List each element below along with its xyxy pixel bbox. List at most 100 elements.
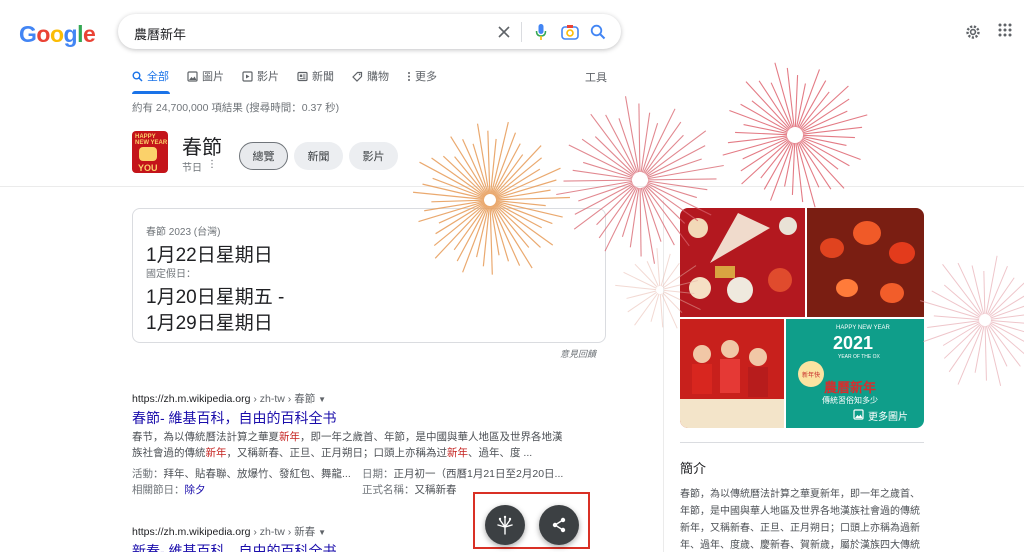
firework-spark xyxy=(490,121,509,195)
firework-spark xyxy=(801,138,850,167)
image-lanterns[interactable] xyxy=(807,208,924,317)
chip-overview[interactable]: 總覽 xyxy=(239,142,288,170)
firework-spark xyxy=(933,315,980,321)
apps-grid-icon[interactable] xyxy=(998,23,1016,41)
firework-spark xyxy=(639,187,642,257)
firework-spark xyxy=(758,80,792,129)
highlighted-keyword: 新年 xyxy=(279,431,300,443)
card-subtitle: 傳統習俗知多少 xyxy=(822,396,878,405)
tab-shopping[interactable]: 購物 xyxy=(352,67,389,85)
firework-spark xyxy=(740,103,789,132)
tab-images[interactable]: 圖片 xyxy=(187,67,224,85)
firework-spark xyxy=(581,138,634,176)
firework-spark xyxy=(802,110,848,133)
firework-spark xyxy=(974,325,985,373)
video-icon xyxy=(242,70,253,82)
tab-videos[interactable]: 影片 xyxy=(242,67,279,85)
tab-label: 全部 xyxy=(147,71,169,83)
firework-spark xyxy=(727,135,788,144)
card-badge: 新年快 xyxy=(798,361,824,387)
firework-spark xyxy=(487,130,491,195)
firework-spark xyxy=(647,164,724,180)
search-box[interactable]: 農曆新年 xyxy=(118,14,621,49)
firework-spark xyxy=(943,284,981,317)
firework-spark xyxy=(640,112,651,173)
snippet-text: 春节，為以傳統曆法計算之華夏 xyxy=(132,431,279,443)
result-url-breadcrumb: › zh-tw › 新春 xyxy=(250,526,316,538)
firework-spark xyxy=(798,80,827,129)
firework-spark xyxy=(957,262,983,315)
national-holiday-label: 國定假日： xyxy=(146,269,196,280)
firework-spark xyxy=(650,293,660,322)
firework-spark xyxy=(742,137,788,160)
firework-spark xyxy=(722,136,788,156)
chip-news[interactable]: 新聞 xyxy=(294,142,343,170)
firework-spark xyxy=(802,126,863,135)
firework-spark xyxy=(494,168,541,198)
firework-spark xyxy=(590,113,636,174)
tools-button[interactable]: 工具 xyxy=(585,69,607,85)
result-title[interactable]: 春節- 維基百科，自由的百科全书 xyxy=(132,408,337,428)
firework-spark xyxy=(774,62,794,128)
firework-spark xyxy=(641,122,659,173)
result-url[interactable]: https://zh.m.wikipedia.org › zh-tw › 春節 … xyxy=(132,391,326,406)
image-feast-fan[interactable] xyxy=(680,208,805,317)
firework-spark xyxy=(645,134,684,175)
camera-lens-icon[interactable] xyxy=(560,22,580,42)
search-input[interactable]: 農曆新年 xyxy=(134,24,186,43)
panel-section-title: 簡介 xyxy=(680,461,707,476)
firework-spark xyxy=(646,145,706,177)
firework-spark xyxy=(802,137,861,160)
result-title[interactable]: 新春- 維基百科，自由的百科全书 xyxy=(132,541,337,552)
chevron-down-icon[interactable]: ▼ xyxy=(318,528,326,537)
meta-value: 拜年、貼春聯、放爆竹、發紅包、舞龍... xyxy=(163,468,351,480)
firework-spark xyxy=(624,96,640,173)
firework-spark xyxy=(770,82,793,128)
tab-more[interactable]: 更多 xyxy=(407,67,437,85)
more-options-icon[interactable]: ⋮ xyxy=(207,159,217,170)
firework-spark xyxy=(791,142,796,195)
entity-thumbnail[interactable]: HAPPY NEW YEAR YOU xyxy=(132,131,168,173)
firework-spark xyxy=(656,248,661,287)
image-family[interactable] xyxy=(680,319,784,428)
firework-spark xyxy=(927,320,980,328)
firework-spark xyxy=(642,187,662,242)
meta-value: 正月初一（西曆1月21日至2月20日... xyxy=(393,468,564,480)
card-year: 2021 xyxy=(833,333,874,353)
microphone-icon[interactable] xyxy=(531,22,551,42)
firework-spark xyxy=(638,103,641,173)
tag-icon xyxy=(352,71,363,82)
tab-news[interactable]: 新聞 xyxy=(297,67,334,85)
more-images-button[interactable]: 更多圖片 xyxy=(853,408,908,423)
firework-spark xyxy=(990,319,1024,324)
search-icon xyxy=(132,71,143,82)
feedback-link[interactable]: 意見回饋 xyxy=(560,347,596,360)
chevron-down-icon[interactable]: ▼ xyxy=(318,395,326,404)
firework-spark xyxy=(647,181,698,199)
google-logo[interactable]: Google xyxy=(19,21,96,48)
tab-all[interactable]: 全部 xyxy=(132,67,169,85)
search-icon[interactable] xyxy=(588,22,608,42)
firework-spark xyxy=(948,324,983,373)
fireworks-button[interactable] xyxy=(485,505,525,545)
firework-spark xyxy=(985,325,1002,386)
firework-spark xyxy=(644,121,682,174)
firework-spark xyxy=(989,295,1024,318)
firework-spark xyxy=(990,322,1024,342)
result-url[interactable]: https://zh.m.wikipedia.org › zh-tw › 新春 … xyxy=(132,524,326,539)
firework-spark xyxy=(495,196,570,201)
settings-gear-icon[interactable] xyxy=(964,23,982,41)
firework-spark xyxy=(770,142,793,201)
share-button[interactable] xyxy=(539,505,579,545)
firework-spark xyxy=(640,187,656,264)
clear-icon[interactable] xyxy=(494,22,514,42)
firework-spark xyxy=(802,136,847,146)
tab-label: 新聞 xyxy=(312,71,334,83)
firework-spark xyxy=(760,140,791,179)
chip-videos[interactable]: 影片 xyxy=(349,142,398,170)
firework-spark xyxy=(801,98,850,132)
meta-value: 又稱新春 xyxy=(414,484,457,496)
firework-spark xyxy=(605,114,637,174)
related-holiday-link[interactable]: 除夕 xyxy=(185,484,206,496)
entity-title: 春節 xyxy=(182,137,222,159)
